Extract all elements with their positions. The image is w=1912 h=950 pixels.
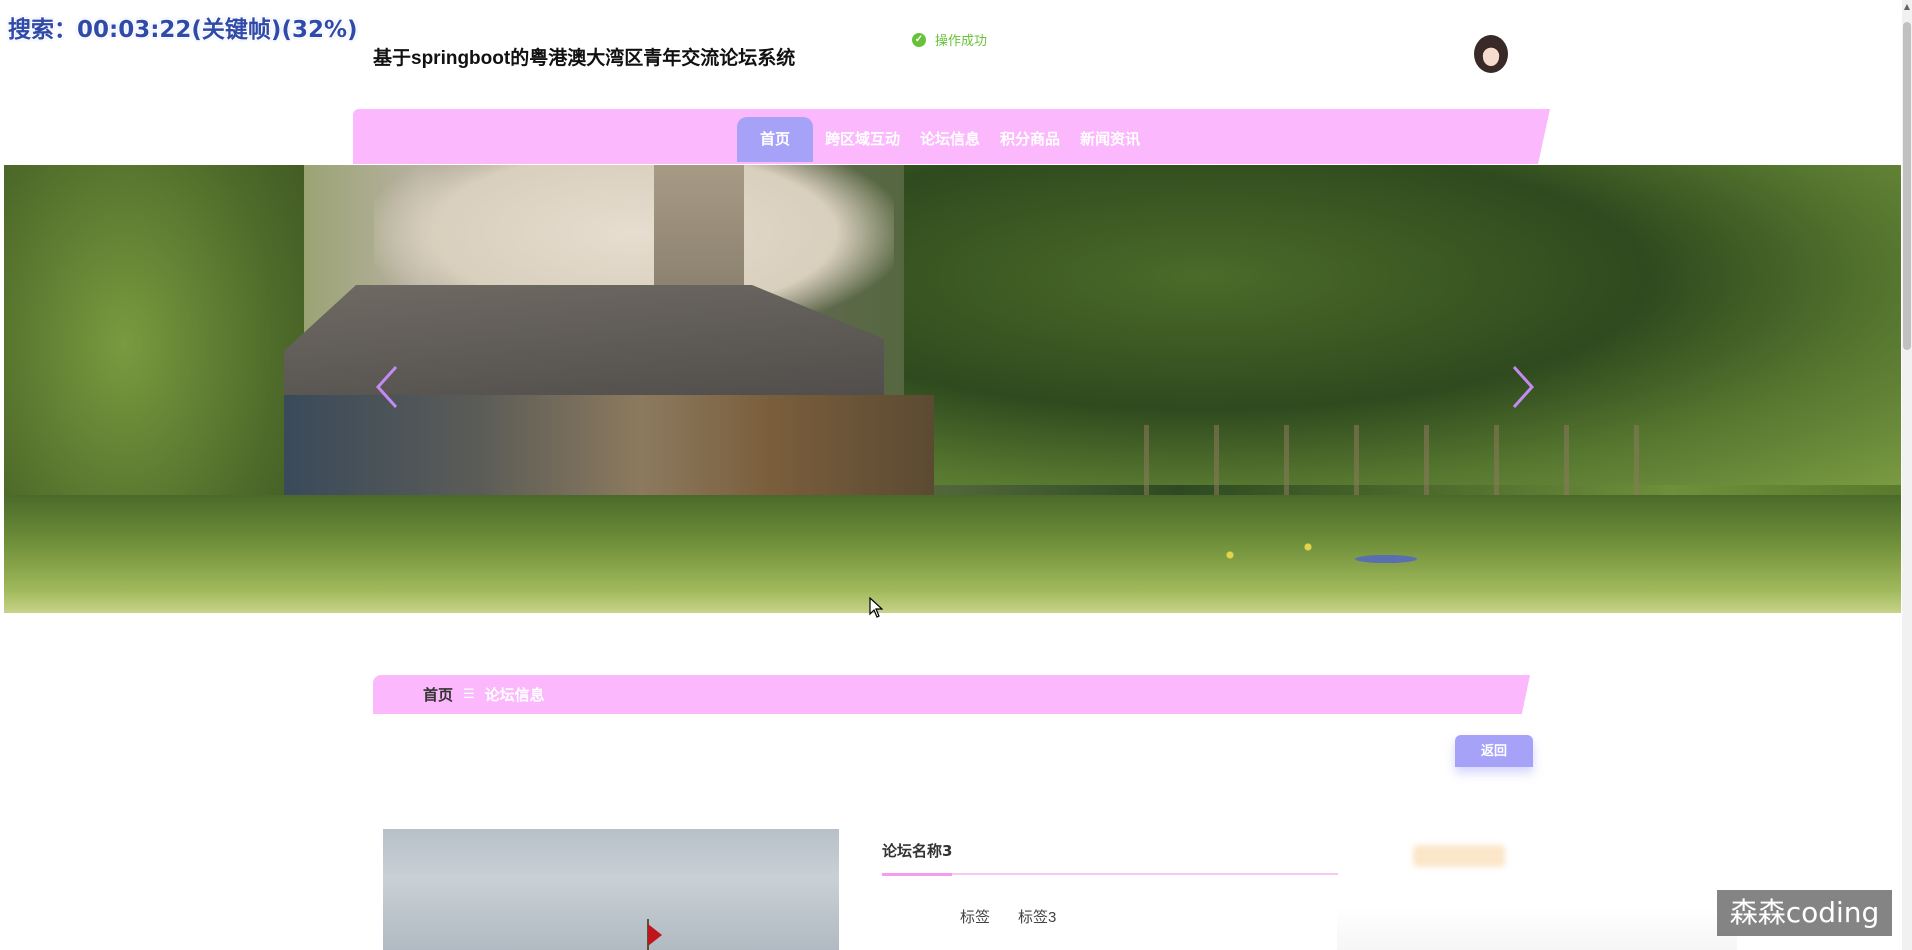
site-title: 基于springboot的粤港澳大湾区青年交流论坛系统: [373, 48, 796, 69]
back-button[interactable]: 返回: [1455, 735, 1533, 767]
main-nav: 首页 跨区域互动 论坛信息 积分商品 新闻资讯: [737, 117, 1150, 162]
chevron-right-icon: [1512, 365, 1535, 409]
check-circle-icon: ✓: [912, 32, 926, 47]
chevron-left-icon: [375, 365, 398, 409]
nav-item-forum-info[interactable]: 论坛信息: [910, 117, 990, 162]
forum-title: 论坛名称3: [882, 842, 953, 860]
recording-overlay-label: 搜索：00:03:22(关键帧)(32%): [8, 17, 358, 43]
nav-item-news[interactable]: 新闻资讯: [1070, 117, 1150, 162]
breadcrumb-home-link[interactable]: 首页: [423, 684, 453, 705]
banner-carousel[interactable]: [4, 165, 1901, 613]
red-flag: [648, 924, 662, 946]
carousel-prev-button[interactable]: [374, 365, 404, 409]
breadcrumb-current: 论坛信息: [484, 686, 545, 704]
banner-image-fence: [1144, 425, 1664, 495]
blurred-badge: [1413, 845, 1505, 867]
success-toast: ✓ 操作成功: [912, 30, 987, 49]
carousel-next-button[interactable]: [1506, 365, 1536, 409]
nav-item-points-products[interactable]: 积分商品: [990, 117, 1070, 162]
watermark: 森森coding: [1717, 890, 1892, 936]
scroll-up-arrow-icon[interactable]: ▲: [1903, 2, 1911, 12]
banner-image-flowers: [1204, 535, 1464, 575]
page-scrollbar-thumb[interactable]: [1903, 22, 1911, 350]
nav-item-cross-region-interaction[interactable]: 跨区域互动: [815, 117, 910, 162]
breadcrumb-bar: [373, 675, 1530, 714]
breadcrumb-separator-icon: ☰: [463, 687, 475, 702]
faded-content-area: [1337, 907, 1737, 950]
tag-value: 标签3: [1018, 909, 1057, 926]
mouse-cursor-icon: [869, 596, 884, 623]
user-avatar[interactable]: [1474, 35, 1508, 73]
banner-image-grass: [4, 495, 1901, 613]
forum-title-divider: [882, 873, 1338, 876]
toast-message: 操作成功: [935, 33, 988, 48]
nav-item-home[interactable]: 首页: [737, 117, 814, 162]
tag-label: 标签: [960, 909, 991, 926]
breadcrumb: 首页 ☰ 论坛信息: [423, 675, 545, 714]
banner-image-tower: [654, 165, 744, 300]
forum-cover-image: [383, 829, 839, 950]
